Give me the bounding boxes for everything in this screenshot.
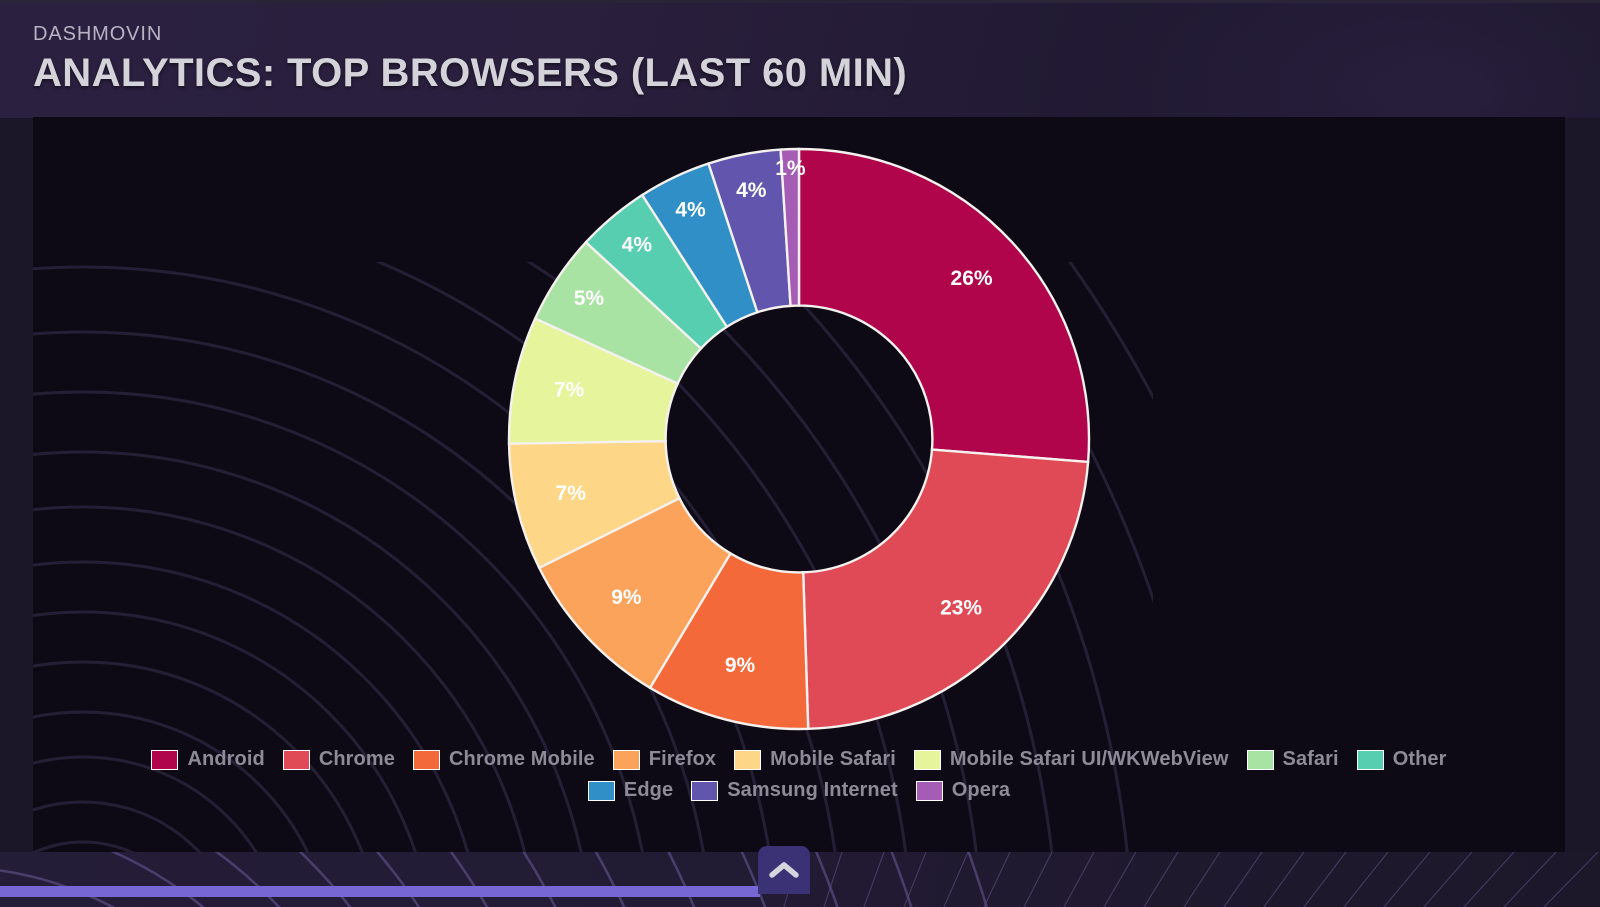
legend-label: Android <box>187 748 265 770</box>
donut-slice[interactable] <box>801 448 1090 731</box>
legend-swatch <box>151 749 179 770</box>
legend-item-chrome[interactable]: Chrome <box>282 748 395 771</box>
donut-slice[interactable] <box>797 147 1091 464</box>
legend-row: Edge Samsung Internet Opera <box>33 779 1565 802</box>
legend-item-samsung-internet[interactable]: Samsung Internet <box>691 779 898 802</box>
legend-label: Opera <box>951 779 1011 801</box>
page-header: DASHMOVIN ANALYTICS: TOP BROWSERS (LAST … <box>0 0 1600 118</box>
legend-item-chrome-mobile[interactable]: Chrome Mobile <box>412 748 595 771</box>
donut-slice-label: 7% <box>554 378 585 401</box>
legend-label: Edge <box>623 779 674 801</box>
page-title: ANALYTICS: TOP BROWSERS (LAST 60 MIN) <box>33 51 908 95</box>
legend-item-safari[interactable]: Safari <box>1246 748 1339 771</box>
legend-label: Mobile Safari UI/WKWebView <box>949 748 1229 770</box>
legend-swatch <box>587 780 615 801</box>
donut-slice-label: 23% <box>940 597 982 620</box>
footer-grid-decoration <box>780 852 1600 907</box>
donut-slice-label: 4% <box>675 199 706 222</box>
legend-swatch <box>412 749 440 770</box>
footer-arcs-decoration <box>0 852 1040 907</box>
legend-swatch <box>612 749 640 770</box>
brand-name: DASHMOVIN <box>33 23 163 45</box>
legend-label: Samsung Internet <box>727 779 898 801</box>
scroll-progress-fill <box>0 886 760 897</box>
legend-swatch <box>734 749 762 770</box>
scroll-to-top-button[interactable] <box>758 846 810 894</box>
legend-item-mobile-safari-ui-wkwebview[interactable]: Mobile Safari UI/WKWebView <box>913 748 1229 771</box>
donut-slice-label: 4% <box>736 179 767 202</box>
legend-swatch <box>1356 749 1384 770</box>
donut-slice-label: 1% <box>775 157 806 180</box>
donut-svg: 26% 23% 9% 9% 7% 7% 5% 4% 4% 4% 1% <box>507 147 1091 731</box>
legend-item-other[interactable]: Other <box>1356 748 1447 771</box>
legend-label: Mobile Safari <box>770 748 896 770</box>
legend-label: Firefox <box>648 748 717 770</box>
legend-label: Safari <box>1282 748 1339 770</box>
browser-share-donut-chart: 26% 23% 9% 9% 7% 7% 5% 4% 4% 4% 1% <box>499 139 1099 739</box>
donut-slice-label: 4% <box>622 233 653 256</box>
legend-item-android[interactable]: Android <box>151 748 265 771</box>
donut-slice-label: 26% <box>951 267 993 290</box>
legend-label: Chrome Mobile <box>448 748 595 770</box>
legend-swatch <box>913 749 941 770</box>
legend-item-mobile-safari[interactable]: Mobile Safari <box>734 748 896 771</box>
legend-swatch <box>915 780 943 801</box>
chevron-up-icon <box>769 860 799 880</box>
legend-swatch <box>1246 749 1274 770</box>
donut-slice-label: 9% <box>725 654 756 677</box>
legend-label: Chrome <box>318 748 395 770</box>
legend-swatch <box>691 780 719 801</box>
legend-item-opera[interactable]: Opera <box>915 779 1011 802</box>
dashboard-page: DASHMOVIN ANALYTICS: TOP BROWSERS (LAST … <box>0 0 1600 907</box>
donut-slice-label: 7% <box>556 482 587 505</box>
legend-swatch <box>282 749 310 770</box>
donut-slice-label: 9% <box>611 586 642 609</box>
donut-slice-label: 5% <box>574 287 605 310</box>
legend-item-edge[interactable]: Edge <box>587 779 674 802</box>
chart-legend: Android Chrome Chrome Mobile Firefox Mobile … <box>33 748 1565 810</box>
legend-label: Other <box>1392 748 1447 770</box>
legend-item-firefox[interactable]: Firefox <box>612 748 717 771</box>
legend-row: Android Chrome Chrome Mobile Firefox Mobile … <box>33 748 1565 771</box>
chart-panel: 26% 23% 9% 9% 7% 7% 5% 4% 4% 4% 1% Android Chrome Ch… <box>33 117 1565 852</box>
